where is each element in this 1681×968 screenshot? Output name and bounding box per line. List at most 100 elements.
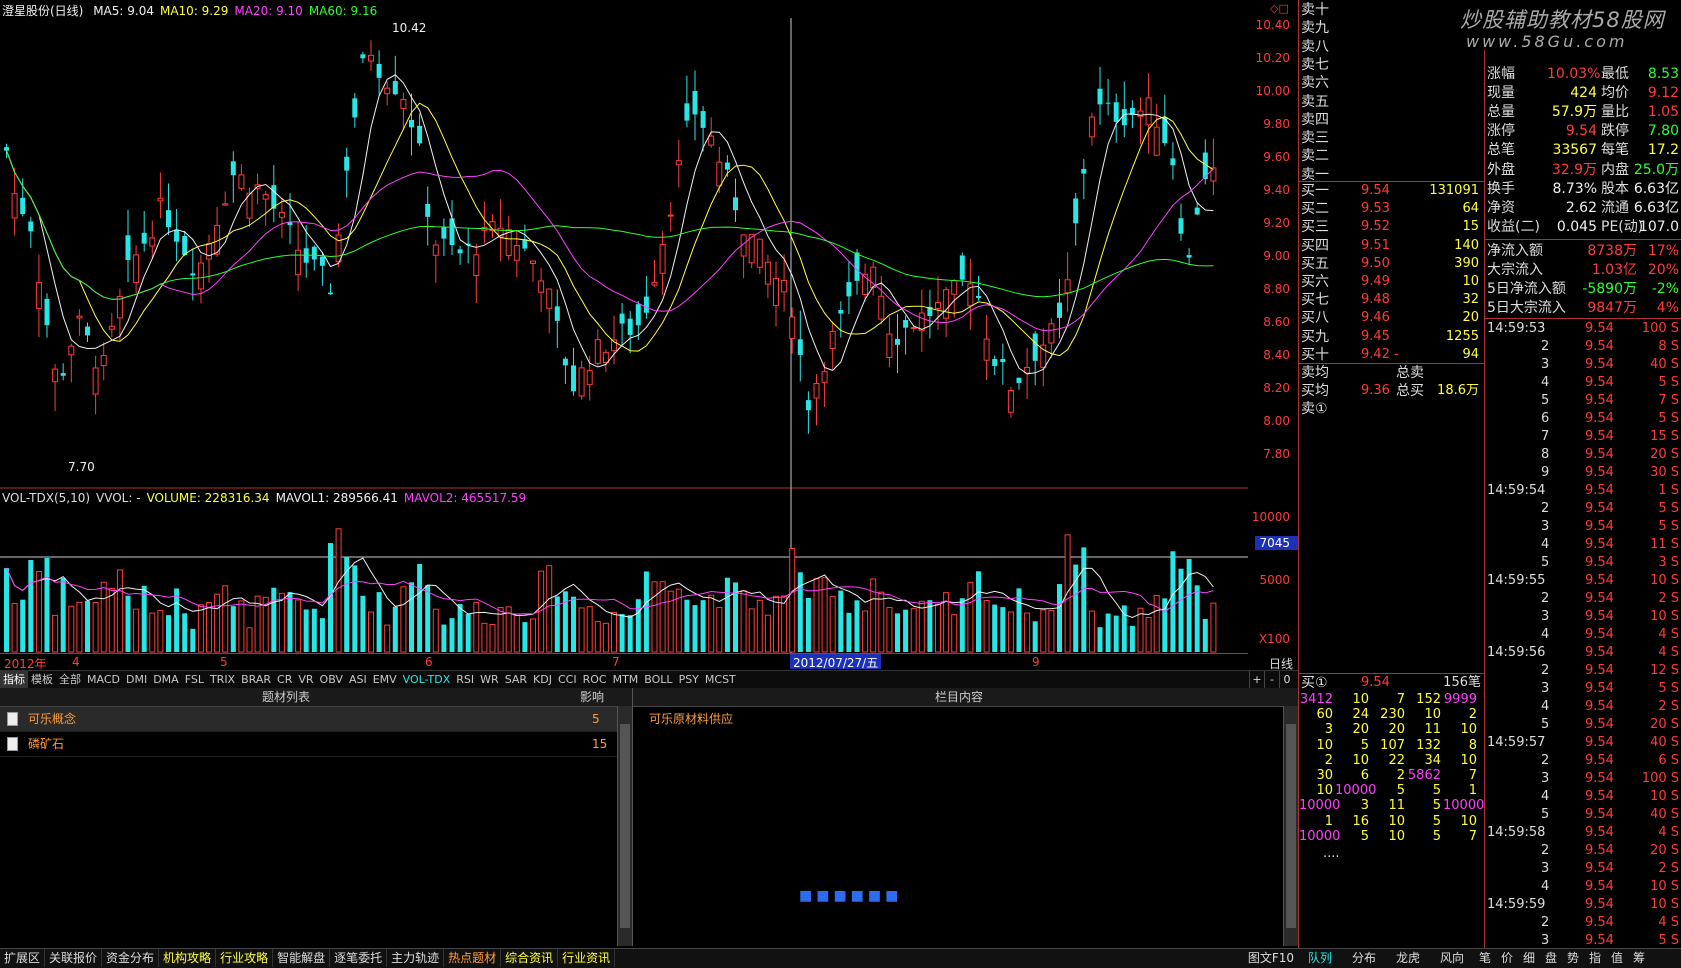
kline-chart-area[interactable]: 澄星股份(日线) MA5: 9.04 MA10: 9.29 MA20: 9.10 MA… [0,0,1248,685]
tick-row: 4 9.54 11 S [1485,536,1681,554]
right-tab[interactable]: 龙虎 [1386,949,1430,967]
indicator-tab[interactable]: 指标 [0,671,28,688]
function-tab[interactable]: 关联报价 [45,949,103,967]
tick-row: 4 9.54 10 S [1485,878,1681,896]
stat-value: 9.12 [1647,85,1679,102]
candle-body [108,325,115,330]
f10-button[interactable]: 图文F10 [1248,949,1294,967]
indicator-tab[interactable]: DMA [150,671,182,688]
right-tab[interactable]: 盘 [1540,949,1562,967]
function-tab[interactable]: 行业资讯 [558,949,616,967]
flow-percent: -2% [1651,281,1679,297]
indicator-tab[interactable]: EMV [370,671,400,688]
indicator-tab[interactable]: DMI [123,671,150,688]
indicator-tab[interactable]: SAR [502,671,530,688]
queue-cell: 16 [1352,813,1369,829]
indicator-tab[interactable]: MTM [610,671,642,688]
indicator-tab[interactable]: VOL-TDX [400,671,454,688]
candle-body [886,333,893,358]
right-tab[interactable]: 队列 [1298,949,1342,967]
zoom-in-button[interactable]: + [1249,671,1264,688]
function-tab[interactable]: 逐笔委托 [330,949,388,967]
volume-bar [182,613,188,652]
indicator-tab[interactable]: CR [274,671,295,688]
tick-row: 3 9.54 100 S [1485,770,1681,788]
content-scrollbar[interactable] [1283,706,1298,946]
buy-level-row[interactable]: 买十 9.42 - 94 [1301,346,1483,364]
volume-bar [368,611,374,653]
indicator-tab[interactable]: CCI [555,671,580,688]
function-tab[interactable]: 热点题材 [444,949,502,967]
indicator-tab[interactable]: ROC [580,671,610,688]
volume-bar [935,603,941,653]
tick-price: 9.54 [1585,717,1614,732]
function-tab[interactable]: 智能解盘 [273,949,331,967]
queue-cell: 2 [1324,752,1333,768]
indicator-tab[interactable]: PSY [676,671,702,688]
indicator-tab[interactable]: MACD [84,671,123,688]
candle-body [1073,198,1079,224]
buy-level-label: 买一 [1301,183,1329,199]
function-tab[interactable]: 行业攻略 [216,949,274,967]
indicator-tab[interactable]: VR [295,671,316,688]
stat-key: 跌停 [1601,123,1629,140]
indicator-tab[interactable]: OBV [317,671,346,688]
right-tab[interactable]: 筹 [1628,949,1650,967]
stat-key: PE(动) [1601,218,1644,235]
right-tab[interactable]: 分布 [1342,949,1386,967]
buy-level-row[interactable]: 买八 9.46 20 [1301,309,1483,327]
kline-chart[interactable] [0,0,1248,685]
topic-row[interactable]: 可乐概念 5 [0,707,632,732]
indicator-tab[interactable]: ASI [346,671,370,688]
right-tab[interactable]: 风向 [1430,949,1474,967]
right-tab[interactable]: 值 [1606,949,1628,967]
chart-options-icon[interactable]: ◇□ [1270,1,1292,15]
tick-volume: 6 S [1658,753,1679,768]
buy-level-row[interactable]: 买九 9.45 1255 [1301,328,1483,346]
zoom-reset-button[interactable]: 0 [1279,671,1294,688]
tick-volume: 5 S [1658,681,1679,696]
right-tab[interactable]: 细 [1518,949,1540,967]
right-tab[interactable]: 指 [1584,949,1606,967]
queue-more[interactable]: .... [1323,846,1340,861]
candle-body [174,229,180,242]
candle-body [1153,126,1160,156]
topic-row[interactable]: 磷矿石 15 [0,732,632,757]
indicator-tab[interactable]: WR [477,671,502,688]
buy-level-row[interactable]: 买六 9.49 10 [1301,273,1483,291]
function-tab[interactable]: 综合资讯 [501,949,559,967]
right-tab[interactable]: 势 [1562,949,1584,967]
buy-level-row[interactable]: 买四 9.51 140 [1301,237,1483,255]
volume-bar [910,608,917,653]
volume-bar [457,604,463,652]
indicator-tab[interactable]: TRIX [207,671,238,688]
right-tab[interactable]: 笔 [1474,949,1496,967]
volume-bar [214,593,221,653]
buy-level-row[interactable]: 买一 9.54 131091 [1301,182,1483,200]
indicator-tab[interactable]: FSL [182,671,207,688]
queue-cell: 7 [1396,692,1405,707]
zoom-out-button[interactable]: - [1264,671,1279,688]
indicator-tab[interactable]: RSI [453,671,477,688]
indicator-tab[interactable]: MCST [702,671,739,688]
topic-list-scrollbar[interactable] [617,706,632,946]
indicator-tab[interactable]: BRAR [238,671,274,688]
function-tab[interactable]: 主力轨迹 [387,949,445,967]
indicator-tab[interactable]: 全部 [56,671,84,688]
queue-row: 3412 10 7 152 9999 [1299,692,1483,708]
indicator-tab[interactable]: 模板 [28,671,56,688]
buy-level-row[interactable]: 买七 9.48 32 [1301,291,1483,309]
function-tab[interactable]: 机构攻略 [159,949,217,967]
sell-level-label: 卖四 [1301,111,1329,128]
buy-level-row[interactable]: 买二 9.53 64 [1301,200,1483,218]
function-tab[interactable]: 扩展区 [0,949,46,967]
queue-cell: 34 [1424,752,1441,768]
volume-bar [1178,568,1184,652]
function-tab[interactable]: 资金分布 [102,949,160,967]
buy-level-row[interactable]: 买三 9.52 15 [1301,218,1483,236]
candle-body [838,310,844,314]
buy-level-row[interactable]: 买五 9.50 390 [1301,255,1483,273]
indicator-tab[interactable]: BOLL [641,671,675,688]
right-tab[interactable]: 价 [1496,949,1518,967]
indicator-tab[interactable]: KDJ [530,671,555,688]
